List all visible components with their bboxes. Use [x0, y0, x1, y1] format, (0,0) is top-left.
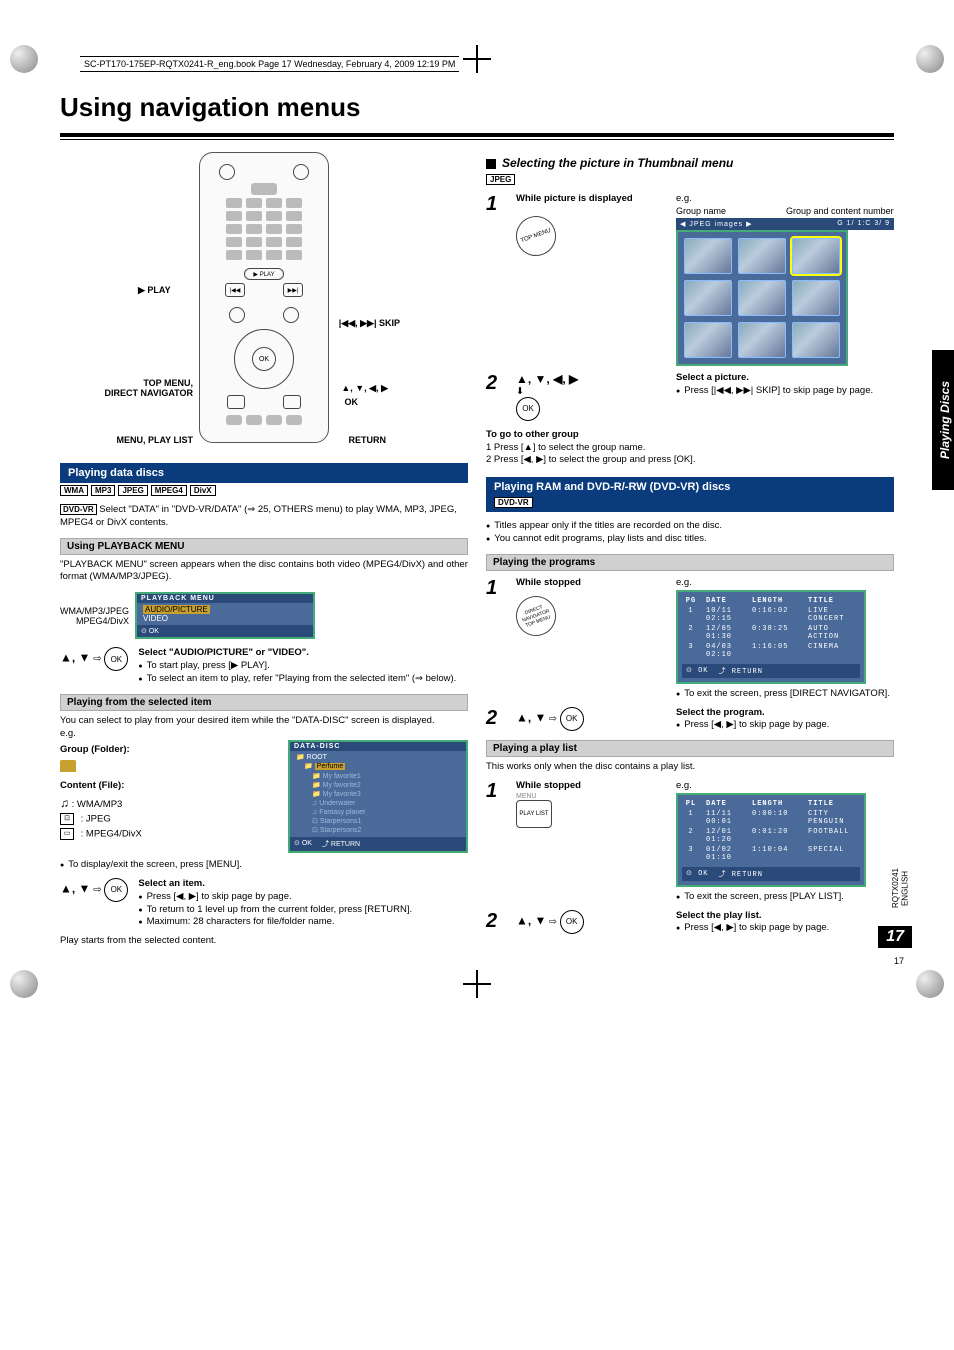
select-audio-video-heading: Select "AUDIO/PICTURE" or "VIDEO". [138, 647, 456, 660]
page-number-small: 17 [894, 956, 904, 966]
side-tab: Playing Discs [932, 350, 954, 490]
playing-from-selected: Playing from the selected item [60, 694, 468, 711]
remote-diagram: ▶ PLAY |◀◀▶▶| ▶ PLAY |◀◀, ▶▶| SKIP TOP M… [60, 152, 468, 443]
thumbnail-heading: Selecting the picture in Thumbnail menu [486, 156, 894, 170]
playback-para: "PLAYBACK MENU" screen appears when the … [60, 559, 468, 585]
crop-marks-top [0, 45, 954, 73]
crop-marks-bottom [0, 970, 954, 998]
using-playback-menu: Using PLAYBACK MENU [60, 538, 468, 555]
direct-navigator-icon: DIRECT NAVIGATORTOP MENU [510, 590, 561, 641]
playback-menu-osd: PLAYBACK MENU AUDIO/PICTURE VIDEO ⊙ OK [135, 592, 315, 639]
section-playing-data-discs: Playing data discs [60, 463, 468, 483]
top-menu-icon: TOP MENU [510, 210, 561, 261]
playlist-table: PL DATE LENGTH TITLE 111/11 00:010:00:10… [676, 793, 866, 887]
playlist-button-icon: PLAY LIST [516, 800, 552, 828]
format-tags: WMA MP3 JPEG MPEG4 DivX [60, 485, 468, 496]
page-number: 17 [878, 926, 912, 948]
data-disc-osd: DATA-DISC 📁 ROOT 📁 Perfume 📁 My favorite… [288, 740, 468, 853]
programs-table: PG DATE LENGTH TITLE 110/11 02:150:16:02… [676, 590, 866, 684]
section-ram-dvdr: Playing RAM and DVD-R/-RW (DVD-VR) discs [486, 477, 894, 497]
nav-arrows-icon: ▲, ▼ ⇨ OK [60, 647, 128, 671]
data-intro: DVD-VR Select "DATA" in "DVD-VR/DATA" (⇒… [60, 504, 468, 530]
footer-code: RQTX0241 ENGLISH [891, 868, 910, 908]
page-title: Using navigation menus [60, 92, 894, 123]
thumbnail-grid: ◀ JPEG images ▶G 1/ 1:C 3/ 9 [676, 218, 894, 366]
